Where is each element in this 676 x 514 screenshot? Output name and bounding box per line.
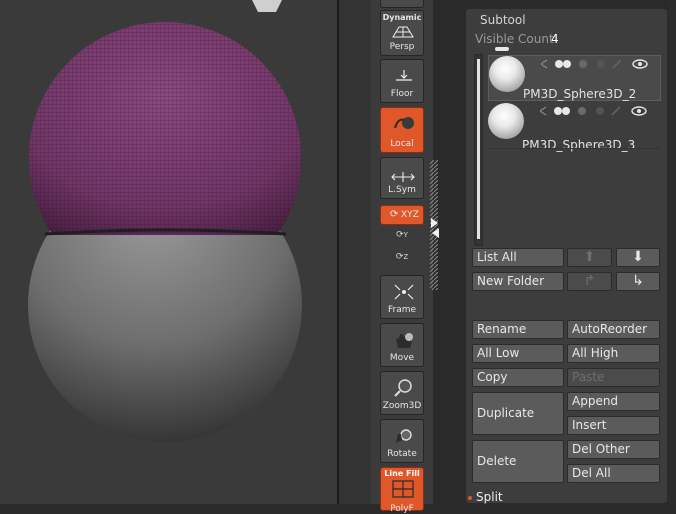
duplicate-button[interactable]: Duplicate [472,392,564,435]
xyz-label: XYZ [401,210,419,220]
brush-icon [612,59,622,69]
list-divider [488,148,661,149]
list-all-button[interactable]: List All [472,248,564,267]
visible-count-label: Visible Count [475,32,554,46]
sphere-thumbnail [489,56,525,92]
split-section-header[interactable]: Split [476,490,503,504]
zoom-magnifier-icon [394,379,412,397]
folder-arrow-icon [541,59,548,69]
rename-button[interactable]: Rename [472,320,564,339]
arrow-turn-icon: ↱ [583,273,596,289]
new-folder-button[interactable]: New Folder [472,272,564,291]
y-axis-button[interactable]: ⟳Y [393,230,411,248]
blend-icon [578,107,586,115]
frame-button[interactable]: Frame [380,275,424,319]
blend2-icon [596,107,604,115]
persp-label: Persp [389,42,415,52]
sphere-thumbnail [488,103,524,139]
subtool-row-controls[interactable] [541,58,661,70]
auto-reorder-button[interactable]: AutoReorder [567,320,660,339]
move-into-button[interactable]: ↳ [616,272,660,291]
subtool-item-sphere3d-3[interactable]: PM3D_Sphere3D_3 [488,103,661,152]
perspective-grid-icon [392,26,414,38]
split-bullet-icon [468,496,472,500]
move-label: Move [389,353,415,363]
viewport-canvas[interactable] [0,0,337,504]
polyf-label: PolyF [390,504,414,514]
subtool-item-name: PM3D_Sphere3D_3 [522,138,636,152]
move-button[interactable]: Move [380,323,424,367]
zoom-label: Zoom3D [382,401,422,411]
xyz-button[interactable]: ⟳ XYZ [380,205,424,225]
arrow-down-icon: ⬇ [632,249,644,265]
move-down-button[interactable]: ⬇ [616,248,660,267]
local-button[interactable]: Local [380,107,424,153]
copy-button[interactable]: Copy [472,368,564,387]
subtool-list-scrollbar[interactable] [474,54,483,246]
subtool-title[interactable]: Subtool [480,13,526,27]
rotate-button[interactable]: Rotate [380,419,424,463]
del-other-button[interactable]: Del Other [567,440,660,459]
lsym-button[interactable]: L.Sym [380,157,424,199]
local-icon [394,117,414,129]
y-rotate-icon: ⟳ [396,230,404,240]
paste-button[interactable]: Paste [567,368,660,387]
persp-button[interactable]: Dynamic Persp [380,10,424,56]
gizmo-icon[interactable] [252,0,282,12]
xyz-rotate-icon: ⟳ [390,209,399,220]
shelf-button-top[interactable] [380,0,424,8]
right-shelf: Dynamic Persp Floor Local L.Sym ⟳ XYZ ⟳Y… [371,0,433,514]
polypaint-icon [555,60,563,68]
dynamic-label: Dynamic [382,13,422,22]
all-high-button[interactable]: All High [567,344,660,363]
subtool-item-sphere3d-2[interactable]: PM3D_Sphere3D_2 [488,55,661,101]
floor-label: Floor [390,89,414,99]
subtool-item-name: PM3D_Sphere3D_2 [523,87,637,101]
append-button[interactable]: Append [567,392,660,411]
folder-arrow-icon [540,106,547,116]
brush-icon [611,106,621,116]
move-hand-icon [396,333,413,348]
floor-button[interactable]: Floor [380,59,424,103]
panel-edge [668,0,676,504]
local-symmetry-icon [391,172,415,182]
rotate-label: Rotate [387,449,417,459]
collapse-arrows-icon[interactable] [430,216,440,238]
del-all-button[interactable]: Del All [567,464,660,483]
z-axis-button[interactable]: ⟳Z [393,252,411,270]
zoom3d-button[interactable]: Zoom3D [380,371,424,415]
frame-icon [394,284,414,300]
subtool-row-controls[interactable] [540,105,660,117]
move-up-button[interactable]: ⬆ [567,248,612,267]
blend-icon [579,60,587,68]
material-icon [562,107,570,115]
visible-count-slider[interactable] [495,47,509,51]
arrow-turn-down-icon: ↳ [632,273,644,289]
move-out-button[interactable]: ↱ [567,272,612,291]
y-label: Y [403,231,408,239]
local-label: Local [390,139,414,149]
arrow-up-icon: ⬆ [583,249,596,265]
z-label: Z [403,253,409,261]
delete-button[interactable]: Delete [472,440,564,483]
blend2-icon [597,60,605,68]
insert-button[interactable]: Insert [567,416,660,435]
upper-sphere [29,22,301,235]
polyf-button[interactable]: Line Fill PolyF [380,467,424,514]
scrollbar-thumb[interactable] [477,59,480,239]
lsym-label: L.Sym [388,185,416,195]
material-icon [563,60,571,68]
floor-icon [396,70,412,81]
visible-count-value: 4 [551,32,559,46]
rotate-hand-icon [396,429,412,443]
3d-viewport[interactable] [0,0,337,504]
canvas-margin [339,0,371,504]
polyframe-icon [392,480,414,498]
all-low-button[interactable]: All Low [472,344,564,363]
frame-label: Frame [387,305,417,315]
polypaint-icon [554,107,562,115]
linefill-label: Line Fill [384,469,420,478]
